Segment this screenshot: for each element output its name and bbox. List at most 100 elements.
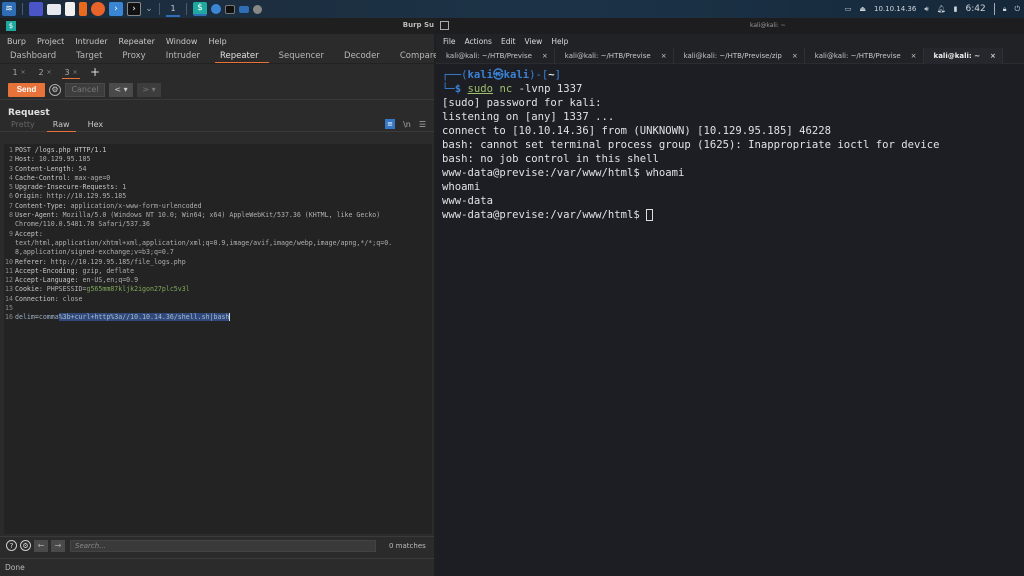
cancel-button[interactable]: Cancel bbox=[65, 82, 105, 97]
header-name: Accept-Language: bbox=[15, 276, 83, 285]
tab-intruder[interactable]: Intruder bbox=[166, 48, 212, 64]
history-forward-button[interactable]: > ▾ bbox=[137, 82, 161, 97]
settings-gear-icon[interactable]: ⚙ bbox=[49, 83, 61, 96]
line-number: 2 bbox=[9, 155, 13, 164]
file-manager-icon[interactable] bbox=[47, 3, 61, 15]
tab-hex[interactable]: Hex bbox=[88, 118, 104, 132]
search-input[interactable]: Search... bbox=[70, 539, 376, 552]
text-cursor bbox=[229, 313, 231, 322]
search-prev-button[interactable]: ← bbox=[34, 539, 48, 552]
text-editor-icon[interactable] bbox=[65, 2, 75, 16]
header-value: 8,application/signed-exchange;v=b3;q=0.7 bbox=[15, 248, 174, 257]
tab-dashboard[interactable]: Dashboard bbox=[10, 48, 68, 64]
menu-icon[interactable]: ☰ bbox=[419, 120, 426, 129]
dropdown-icon[interactable]: ⌄ bbox=[145, 2, 153, 16]
repeater-tab-2[interactable]: 2 × bbox=[34, 65, 56, 79]
word-wrap-icon[interactable]: ≡ bbox=[385, 119, 396, 129]
terminal-window-icon[interactable] bbox=[225, 4, 235, 14]
tab-repeater[interactable]: Repeater bbox=[214, 48, 271, 64]
terminal-tab[interactable]: kali@kali: ~/HTB/Previse × bbox=[805, 47, 924, 64]
firefox-icon[interactable] bbox=[91, 2, 105, 16]
body-param-name: delim bbox=[15, 313, 35, 322]
terminal-icon[interactable]: › bbox=[109, 2, 123, 16]
terminal-tab[interactable]: kali@kali: ~/HTB/Previse × bbox=[555, 47, 674, 64]
menu-file[interactable]: File bbox=[443, 37, 456, 46]
terminal-tab-label: kali@kali: ~/HTB/Previse/zip bbox=[683, 51, 782, 60]
newline-toggle-icon[interactable]: \n bbox=[403, 120, 411, 129]
workspace-switcher[interactable]: 1 bbox=[166, 1, 180, 17]
menu-help[interactable]: Help bbox=[208, 37, 226, 46]
menu-view[interactable]: View bbox=[525, 37, 543, 46]
menu-project[interactable]: Project bbox=[37, 37, 64, 46]
close-icon[interactable]: × bbox=[792, 52, 798, 60]
send-button[interactable]: Send bbox=[8, 82, 45, 97]
menu-window[interactable]: Window bbox=[166, 37, 198, 46]
search-settings-icon[interactable]: ⚙ bbox=[20, 540, 31, 551]
line-number: 9 bbox=[9, 229, 13, 238]
terminal-output-line: www-data bbox=[442, 195, 494, 207]
close-icon[interactable]: × bbox=[542, 52, 548, 60]
terminal-tab[interactable]: kali@kali: ~/HTB/Previse × bbox=[436, 47, 555, 64]
folder-window-icon[interactable] bbox=[239, 5, 249, 13]
power-icon[interactable]: ⏻ bbox=[1014, 5, 1020, 14]
terminal-tab[interactable]: kali@kali: ~/HTB/Previse/zip × bbox=[674, 47, 805, 64]
line-number: 3 bbox=[9, 164, 13, 173]
terminal-output[interactable]: ┌──(kali㉿kali)-[~] └─$ sudo nc -lvnp 133… bbox=[436, 64, 1024, 226]
menu-burp[interactable]: Burp bbox=[7, 37, 26, 46]
terminal-dark-icon[interactable]: › bbox=[127, 2, 141, 16]
line-number: 15 bbox=[5, 304, 13, 313]
search-next-button[interactable]: → bbox=[51, 539, 65, 552]
tab-raw[interactable]: Raw bbox=[46, 118, 76, 132]
line-number: 5 bbox=[9, 183, 13, 192]
volume-icon[interactable]: 🔊︎ bbox=[924, 5, 928, 14]
burp-window-icon[interactable]: $ bbox=[193, 2, 207, 16]
tab-sequencer[interactable]: Sequencer bbox=[279, 48, 336, 64]
tab-pretty[interactable]: Pretty bbox=[11, 118, 35, 132]
line-number bbox=[4, 239, 15, 248]
burp-main-tabs: Dashboard Target Proxy Intruder Repeater… bbox=[0, 48, 491, 64]
terminal-app-icon bbox=[440, 21, 449, 30]
battery-icon[interactable]: ▮ bbox=[954, 5, 958, 13]
request-editor[interactable]: 1 POST /logs.php HTTP/1.1 2 Host: 10.129.95… bbox=[4, 144, 432, 534]
terminal-output-line: bash: cannot set terminal process group … bbox=[442, 139, 940, 151]
add-tab-button[interactable]: + bbox=[90, 65, 100, 79]
close-icon[interactable]: × bbox=[73, 69, 78, 76]
request-line: 10 Referer: http://10.129.95.185/file_log… bbox=[4, 258, 432, 267]
menu-edit[interactable]: Edit bbox=[501, 37, 516, 46]
tab-proxy[interactable]: Proxy bbox=[122, 48, 157, 64]
repeater-tab-1[interactable]: 1 × bbox=[8, 65, 30, 79]
close-icon[interactable]: × bbox=[47, 69, 52, 76]
tab-decoder[interactable]: Decoder bbox=[344, 48, 392, 64]
clock[interactable]: 6:42 bbox=[966, 4, 986, 14]
lock-icon[interactable]: 🔒︎ bbox=[1003, 5, 1007, 14]
cookie-value: g565mm87kljk2igon27plc5v3l bbox=[86, 285, 190, 294]
notification-icon[interactable]: 🔔︎ bbox=[937, 5, 946, 13]
repeater-tab-3[interactable]: 3 × bbox=[60, 65, 82, 79]
current-prompt: www-data@previse:/var/www/html$ bbox=[442, 208, 1018, 222]
help-icon[interactable]: ? bbox=[6, 540, 17, 551]
menu-intruder[interactable]: Intruder bbox=[75, 37, 107, 46]
close-icon[interactable]: × bbox=[990, 52, 996, 60]
terminal-window-title: kali@kali: ~ bbox=[750, 22, 786, 29]
burp-launcher-icon[interactable] bbox=[79, 2, 87, 16]
request-line: 13 Cookie: PHPSESSID=g565mm87kljk2igon27p… bbox=[4, 285, 432, 294]
menu-repeater[interactable]: Repeater bbox=[119, 37, 155, 46]
display-icon[interactable]: ▭ bbox=[845, 5, 852, 13]
terminal-tab-active[interactable]: kali@kali: ~ × bbox=[923, 47, 1003, 64]
close-icon[interactable]: × bbox=[661, 52, 667, 60]
desktop-icon[interactable] bbox=[29, 2, 43, 16]
header-name: Content-Length: bbox=[15, 164, 79, 173]
request-line: 15 bbox=[4, 304, 432, 313]
tab-target[interactable]: Target bbox=[76, 48, 114, 64]
history-back-button[interactable]: < ▾ bbox=[109, 82, 133, 97]
kali-menu-icon[interactable]: ≋ bbox=[2, 2, 16, 16]
close-icon[interactable]: × bbox=[21, 69, 26, 76]
close-icon[interactable]: × bbox=[911, 52, 917, 60]
app-window-icon[interactable] bbox=[253, 4, 262, 14]
menu-help[interactable]: Help bbox=[551, 37, 568, 46]
browser-window-icon[interactable] bbox=[211, 4, 221, 14]
line-number: 4 bbox=[9, 173, 13, 182]
taskbar-separator bbox=[22, 3, 23, 15]
menu-actions[interactable]: Actions bbox=[465, 37, 492, 46]
vpn-icon[interactable]: ⏏ bbox=[859, 5, 866, 13]
